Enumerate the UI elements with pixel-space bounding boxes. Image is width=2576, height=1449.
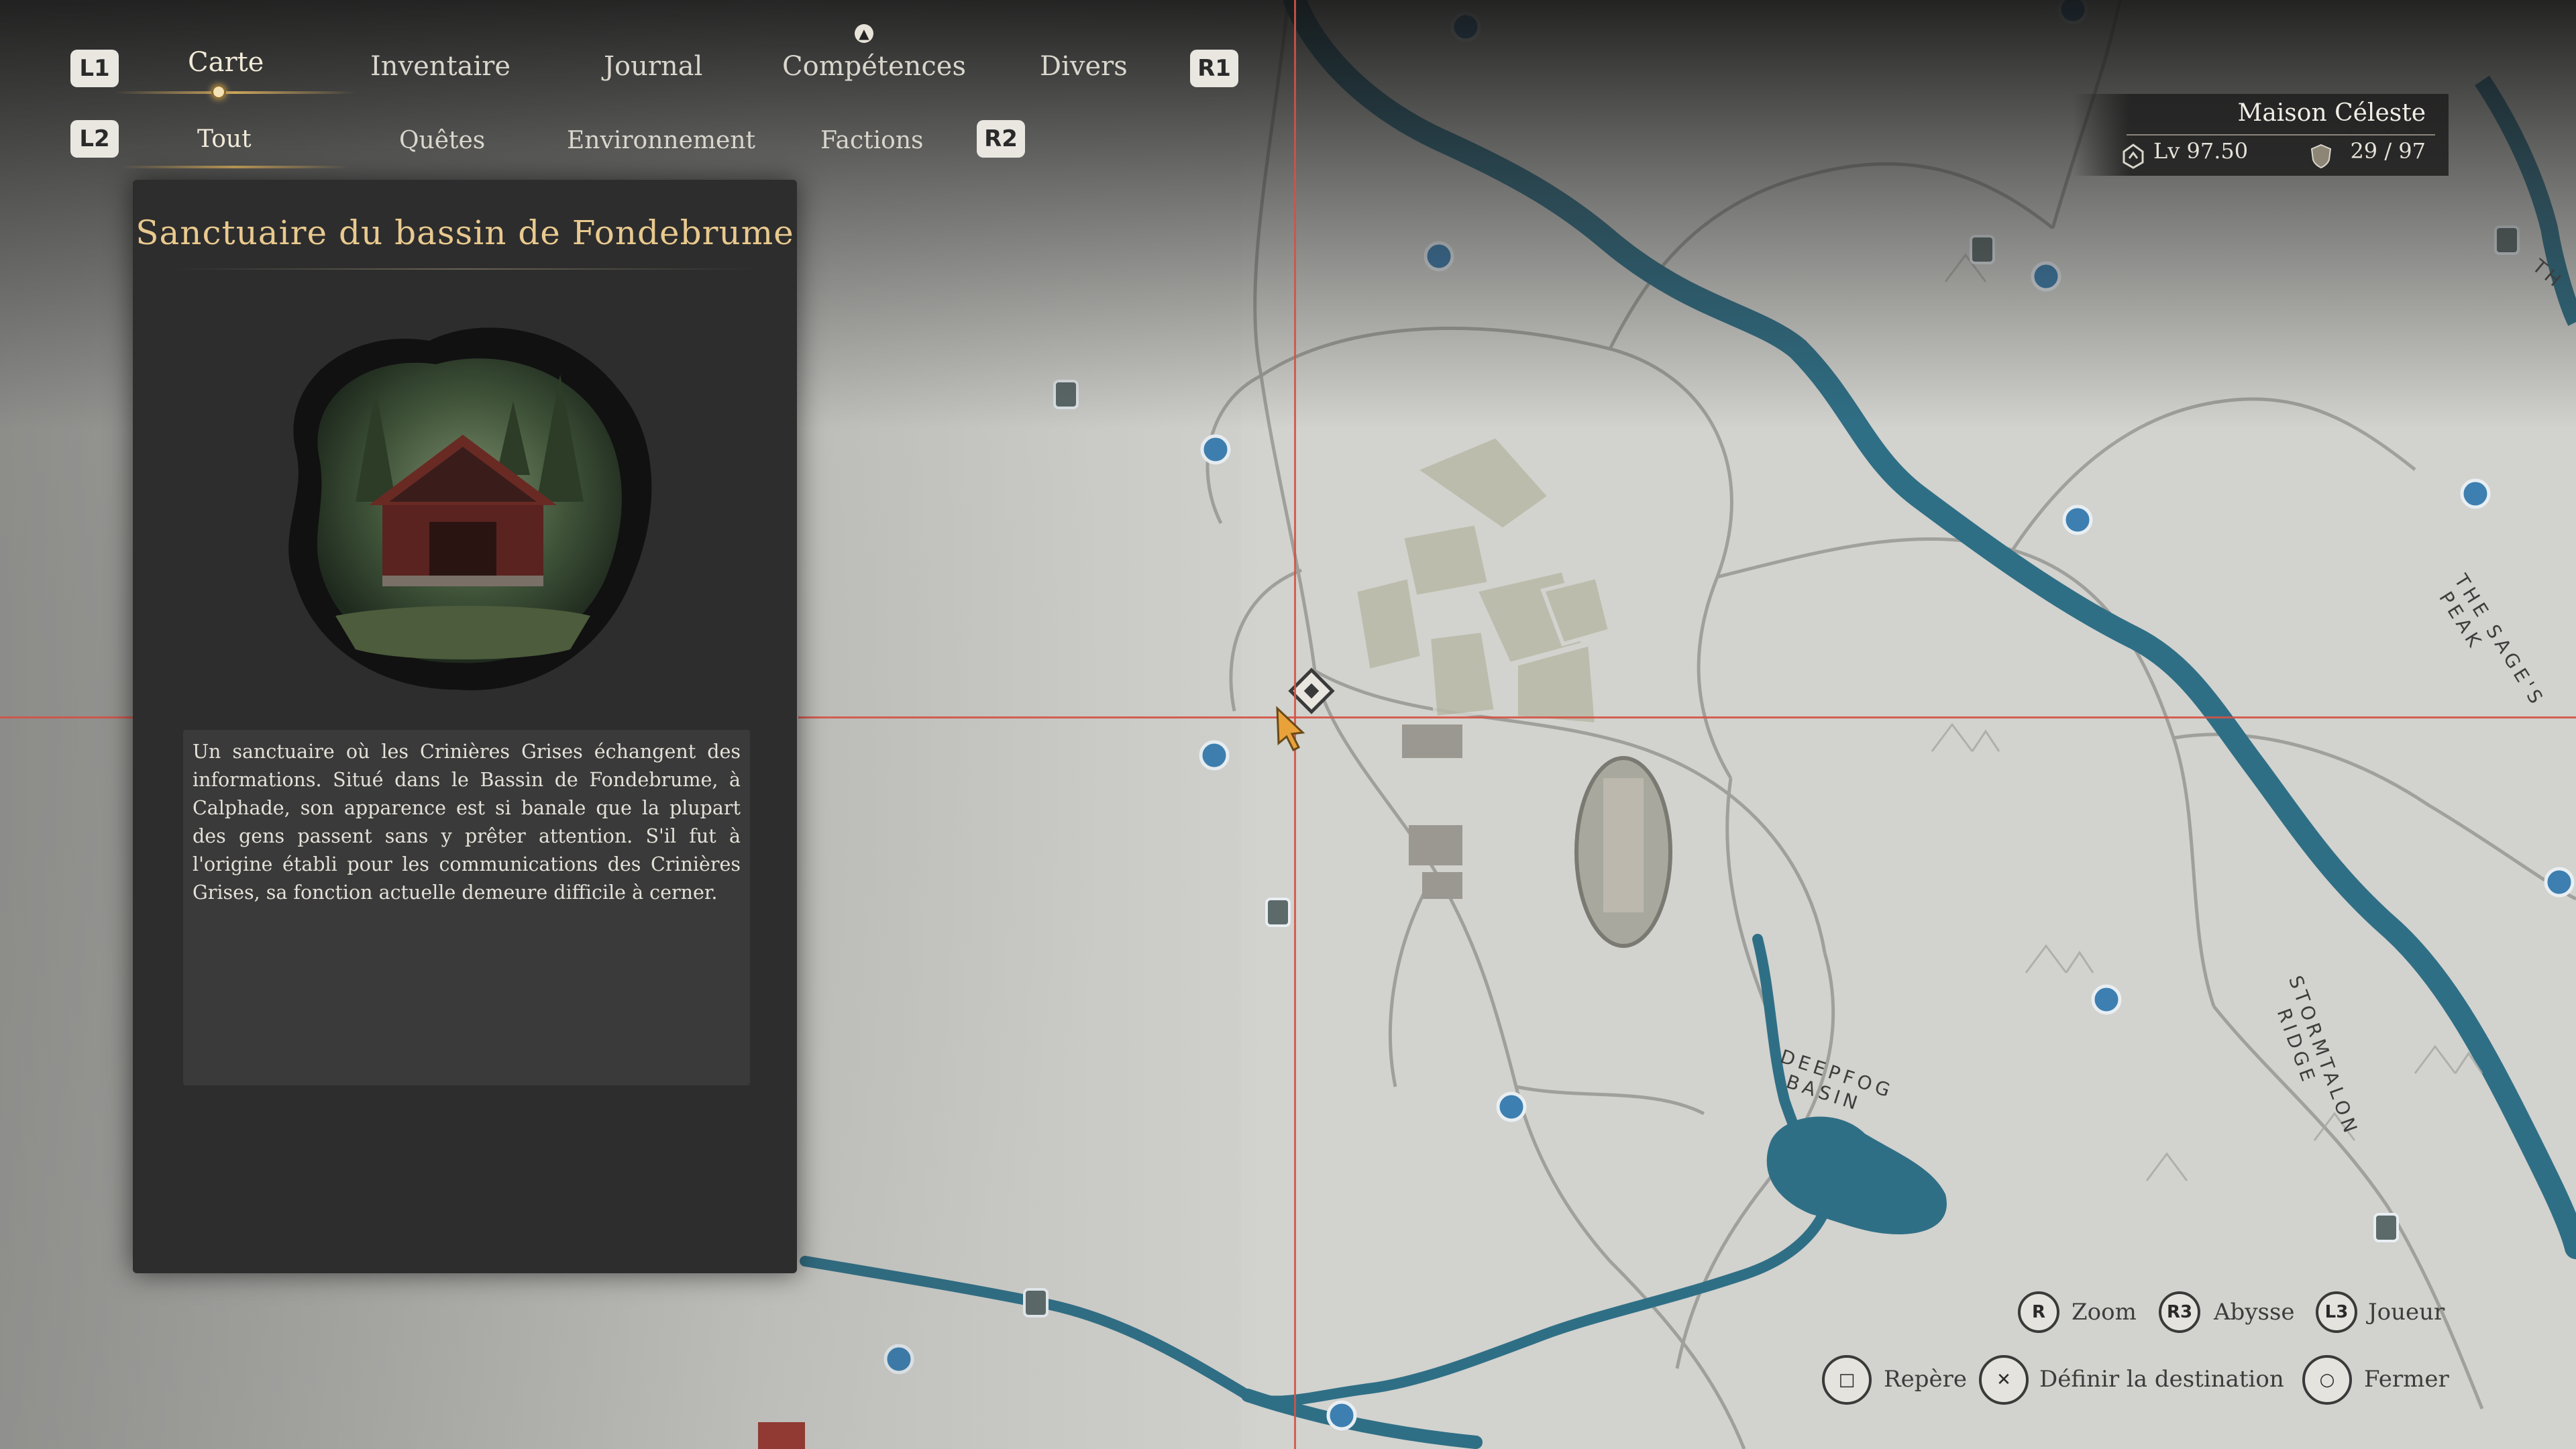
level-icon xyxy=(2123,144,2144,169)
destination-key: ✕ xyxy=(1996,1370,2011,1390)
crosshair-horizontal xyxy=(798,716,2576,718)
marker-button-icon[interactable]: □ xyxy=(1822,1355,1872,1405)
status-divider xyxy=(2127,134,2435,136)
tab-label: Carte xyxy=(188,47,264,78)
close-button-icon[interactable]: ○ xyxy=(2302,1355,2352,1405)
location-description: Un sanctuaire où les Crinières Grises éc… xyxy=(193,741,741,904)
tab-label: Journal xyxy=(604,51,703,82)
filter-tout[interactable]: Tout xyxy=(197,125,252,153)
abyss-label: Abysse xyxy=(2214,1299,2295,1326)
crosshair-horizontal-left xyxy=(0,716,133,718)
l1-button[interactable]: L1 xyxy=(70,50,119,87)
r2-button[interactable]: R2 xyxy=(977,120,1025,158)
filter-environnement[interactable]: Environnement xyxy=(567,127,755,154)
tab-journal[interactable]: Journal xyxy=(604,51,702,82)
close-label: Fermer xyxy=(2364,1366,2449,1393)
location-illustration xyxy=(288,327,652,690)
count-current: 29 xyxy=(2350,138,2378,164)
notification-icon: ▲ xyxy=(855,24,873,43)
tab-inventaire[interactable]: Inventaire xyxy=(370,51,511,82)
r2-label: R2 xyxy=(984,125,1018,152)
marker-label: Repère xyxy=(1884,1366,1967,1393)
r1-button[interactable]: R1 xyxy=(1190,50,1238,87)
filter-tabs: L2 Tout Quêtes Environnement Factions R2 xyxy=(67,117,1060,171)
tab-active-underline xyxy=(114,91,356,94)
tab-label: Divers xyxy=(1040,51,1128,82)
zoom-button-icon[interactable]: R xyxy=(2018,1291,2059,1333)
location-info-panel: Sanctuaire du bassin de Fondebrume Un sa… xyxy=(133,180,797,1273)
tab-competences[interactable]: Compétences xyxy=(782,51,966,82)
level-label: Lv xyxy=(2153,138,2180,164)
tab-label: Inventaire xyxy=(370,51,511,82)
house-name: Maison Céleste xyxy=(2237,99,2426,127)
abyss-button-icon[interactable]: R3 xyxy=(2159,1291,2200,1333)
filter-quetes[interactable]: Quêtes xyxy=(399,127,485,154)
l2-label: L2 xyxy=(79,125,110,152)
destination-label: Définir la destination xyxy=(2039,1366,2284,1393)
filter-label: Tout xyxy=(197,125,252,153)
location-description-box: Un sanctuaire où les Crinières Grises éc… xyxy=(183,730,750,1085)
r1-label: R1 xyxy=(1197,55,1231,82)
abyss-key: R3 xyxy=(2166,1302,2193,1322)
zoom-key: R xyxy=(2031,1302,2046,1322)
location-title: Sanctuaire du bassin de Fondebrume xyxy=(136,213,794,252)
filter-label: Quêtes xyxy=(399,127,486,154)
level-value: 97.50 xyxy=(2186,138,2249,164)
count-separator: / xyxy=(2384,138,2392,164)
map-cursor-icon xyxy=(1276,706,1305,751)
filter-label: Factions xyxy=(820,127,924,154)
filter-label: Environnement xyxy=(567,127,755,154)
marker-key: □ xyxy=(1838,1370,1856,1390)
player-button-icon[interactable]: L3 xyxy=(2316,1291,2357,1333)
shield-icon xyxy=(2310,144,2332,169)
tab-carte[interactable]: Carte xyxy=(188,47,264,78)
player-status: Maison Céleste Lv 97.50 29 / 97 xyxy=(2073,94,2449,176)
tab-active-dot-icon xyxy=(211,85,226,99)
player-key: L3 xyxy=(2324,1302,2349,1322)
main-tabs: L1 Carte Inventaire Journal ▲ Compétence… xyxy=(67,24,1261,101)
filter-factions[interactable]: Factions xyxy=(820,127,923,154)
level-readout: Lv 97.50 xyxy=(2153,138,2248,164)
progress-count: 29 / 97 xyxy=(2350,138,2426,164)
close-key: ○ xyxy=(2319,1370,2335,1390)
zoom-label: Zoom xyxy=(2072,1299,2137,1326)
destination-button-icon[interactable]: ✕ xyxy=(1979,1355,2029,1405)
count-total: 97 xyxy=(2398,138,2426,164)
l2-button[interactable]: L2 xyxy=(70,120,119,158)
filter-active-underline xyxy=(121,166,349,168)
l1-label: L1 xyxy=(79,55,110,82)
tab-divers[interactable]: Divers xyxy=(1040,51,1128,82)
tab-label: Compétences xyxy=(782,51,967,82)
player-label: Joueur xyxy=(2368,1299,2445,1326)
title-divider xyxy=(173,268,757,270)
